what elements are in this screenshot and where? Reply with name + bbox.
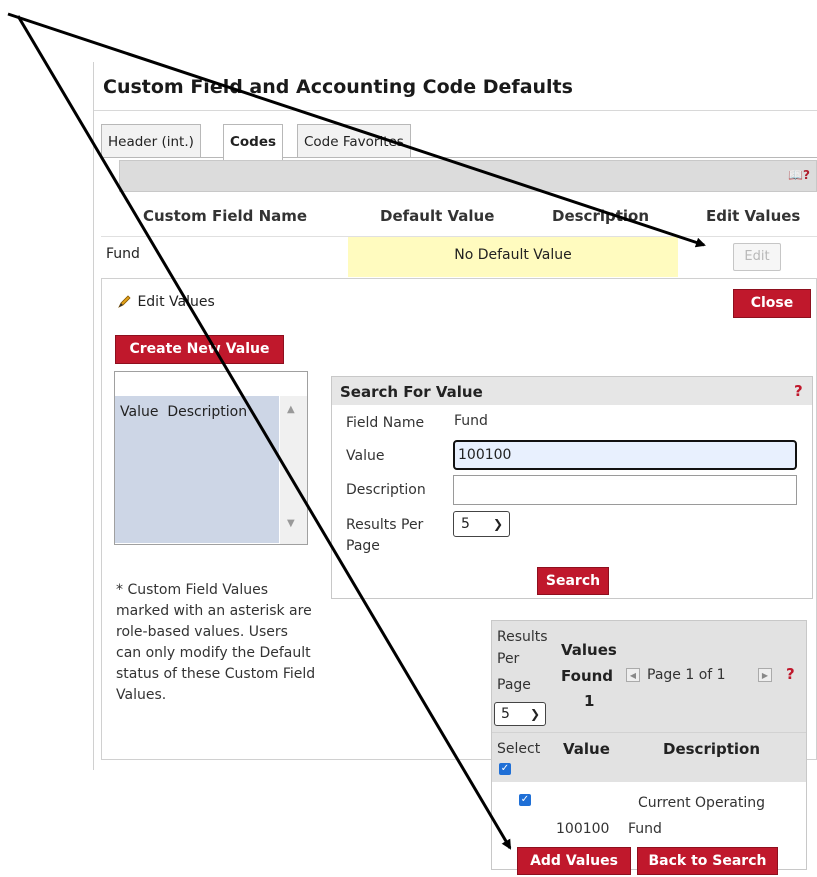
search-help-icon[interactable]: ? [794,382,803,400]
frame-border [93,62,94,770]
prev-page-icon[interactable]: ◀ [626,668,640,682]
section-toolbar [119,160,817,192]
row-description-2: Fund [628,821,662,837]
field-name-label: Field Name [346,415,425,431]
field-name-value: Fund [454,413,488,429]
scroll-down-icon[interactable]: ▼ [287,518,295,529]
tab-underline [101,157,817,158]
chevron-down-icon: ❯ [492,517,503,531]
results-help-icon[interactable]: ? [786,665,795,683]
description-input[interactable] [453,475,797,505]
tab-codes[interactable]: Codes [223,124,284,160]
close-button[interactable]: Close [733,289,811,318]
title-divider [93,110,817,111]
values-found-count: 1 [584,692,595,710]
create-new-value-button[interactable]: Create New Value [115,335,284,364]
results-rpp-label-1: Results [497,629,548,645]
header-custom-field-name: Custom Field Name [143,207,308,225]
header-edit-values: Edit Values [706,207,801,225]
scroll-up-icon[interactable]: ▲ [287,404,295,415]
col-select: Select [497,741,541,757]
next-page-icon[interactable]: ▶ [758,668,772,682]
role-based-note: * Custom Field Values marked with an ast… [116,582,316,703]
field-name-cell: Fund [106,246,140,262]
row-description-1: Current Operating [638,795,766,811]
value-input[interactable]: 100100 [453,440,797,470]
header-description: Description [552,207,650,225]
book-icon: 📖 [788,168,803,182]
tab-code-favorites[interactable]: Code Favorites [297,124,411,158]
values-found-label-2: Found [561,667,614,685]
edit-values-heading: Edit Values [117,293,215,310]
header-default-value: Default Value [380,207,495,225]
search-panel-title: Search For Value [340,383,483,401]
results-per-page-label: Results Per [346,517,424,533]
row-value: 100100 [556,821,610,837]
search-button[interactable]: Search [537,567,609,595]
results-per-page-label-2: Page [346,538,380,554]
page-indicator: Page 1 of 1 [647,667,726,683]
tab-header-int[interactable]: Header (int.) [101,124,201,158]
values-found-label-1: Values [561,641,617,659]
results-per-page-select[interactable]: 5 ❯ [453,511,510,537]
chevron-down-icon: ❯ [529,707,540,721]
back-to-search-button[interactable]: Back to Search [637,847,778,875]
toolbar-help[interactable]: 📖? [788,168,810,182]
value-label: Value [346,448,385,464]
results-rpp-label-2: Per [497,651,520,667]
pencil-icon [118,295,131,308]
edit-button[interactable]: Edit [733,243,781,271]
col-description: Description [663,740,761,758]
col-value: Value [563,740,610,758]
results-rpp-label-3: Page [497,677,531,693]
results-rpp-select[interactable]: 5 ❯ [494,702,546,726]
default-value-cell: No Default Value [348,237,678,277]
row-checkbox[interactable]: ✓ [519,794,531,806]
page-title: Custom Field and Accounting Code Default… [103,76,573,98]
add-values-button[interactable]: Add Values [517,847,631,875]
select-all-checkbox[interactable]: ✓ [499,763,511,775]
listbox-header: Value Description [120,404,248,420]
description-label: Description [346,482,426,498]
